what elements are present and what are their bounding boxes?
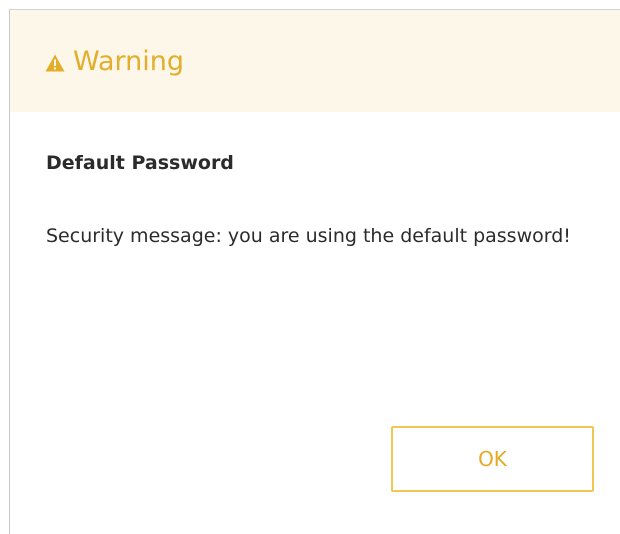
dialog-title: Warning	[73, 46, 185, 77]
warning-dialog: Warning Default Password Security messag…	[9, 9, 620, 534]
message-heading: Default Password	[46, 152, 234, 174]
dialog-header: Warning	[10, 10, 620, 112]
ok-button[interactable]: OK	[391, 426, 594, 492]
message-text: Security message: you are using the defa…	[46, 225, 571, 247]
warning-triangle-icon	[45, 54, 65, 72]
